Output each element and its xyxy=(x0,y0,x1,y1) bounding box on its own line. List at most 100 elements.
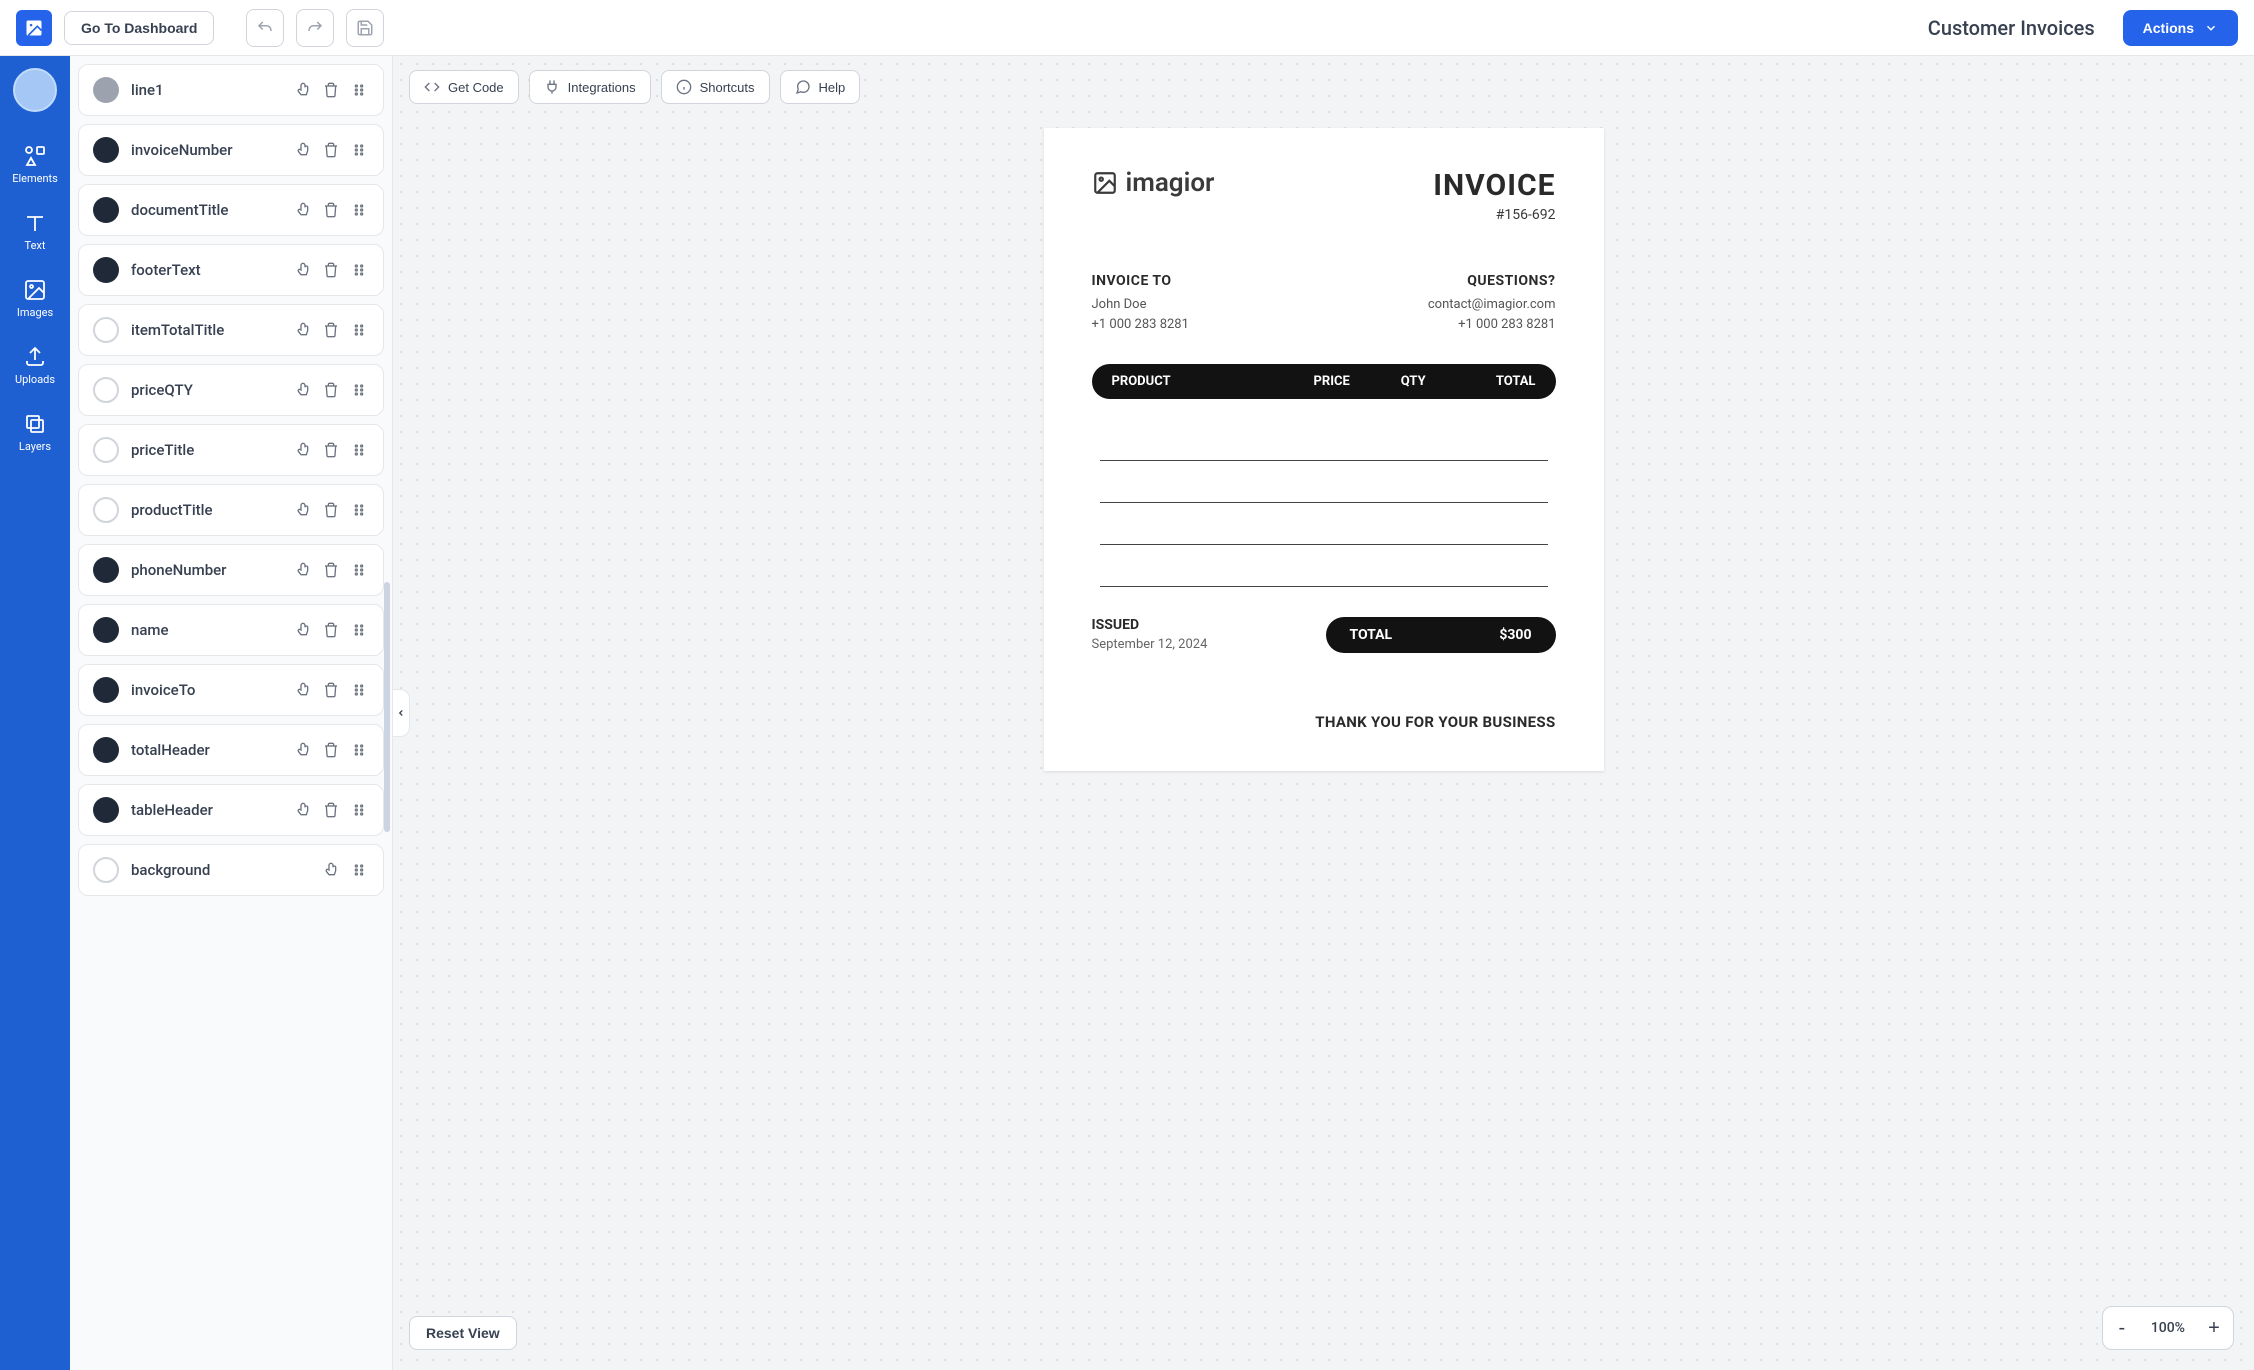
save-icon xyxy=(356,19,374,37)
layer-drag-handle[interactable] xyxy=(349,560,369,580)
layer-select-button[interactable] xyxy=(293,740,313,760)
nav-images[interactable]: Images xyxy=(5,268,65,329)
layer-select-button[interactable] xyxy=(293,380,313,400)
layer-row[interactable]: invoiceTo xyxy=(78,664,384,716)
layer-delete-button[interactable] xyxy=(321,260,341,280)
layer-row[interactable]: name xyxy=(78,604,384,656)
save-button[interactable] xyxy=(346,9,384,47)
layer-delete-button[interactable] xyxy=(321,620,341,640)
layer-delete-button[interactable] xyxy=(321,80,341,100)
layer-select-button[interactable] xyxy=(293,620,313,640)
layer-select-button[interactable] xyxy=(293,800,313,820)
layer-delete-button[interactable] xyxy=(321,380,341,400)
layer-select-button[interactable] xyxy=(293,680,313,700)
layer-drag-handle[interactable] xyxy=(349,620,369,640)
brand-name: imagior xyxy=(1126,168,1215,198)
shortcuts-button[interactable]: Shortcuts xyxy=(661,70,770,104)
collapse-panel-button[interactable] xyxy=(392,689,410,737)
layer-drag-handle[interactable] xyxy=(349,140,369,160)
pointer-icon xyxy=(295,382,311,398)
pointer-icon xyxy=(295,682,311,698)
reset-view-button[interactable]: Reset View xyxy=(409,1316,517,1350)
layer-row[interactable]: productTitle xyxy=(78,484,384,536)
layer-actions xyxy=(293,740,369,760)
integrations-button[interactable]: Integrations xyxy=(529,70,651,104)
layer-row[interactable]: tableHeader xyxy=(78,784,384,836)
canvas-viewport[interactable]: imagior INVOICE #156-692 INVOICE TO John… xyxy=(393,118,2254,1370)
nav-uploads[interactable]: Uploads xyxy=(5,335,65,396)
layer-swatch xyxy=(93,377,119,403)
help-button[interactable]: Help xyxy=(780,70,861,104)
invoice-to-label: INVOICE TO xyxy=(1092,273,1189,289)
nav-text[interactable]: Text xyxy=(5,201,65,262)
trash-icon xyxy=(323,322,339,338)
layer-select-button[interactable] xyxy=(293,80,313,100)
th-qty: QTY xyxy=(1372,374,1454,389)
layer-select-button[interactable] xyxy=(293,500,313,520)
zoom-out-button[interactable]: - xyxy=(2107,1313,2137,1343)
drag-icon xyxy=(351,82,367,98)
go-to-dashboard-button[interactable]: Go To Dashboard xyxy=(64,11,214,45)
layer-drag-handle[interactable] xyxy=(349,320,369,340)
layer-drag-handle[interactable] xyxy=(349,200,369,220)
layer-drag-handle[interactable] xyxy=(349,80,369,100)
layer-delete-button[interactable] xyxy=(321,560,341,580)
drag-icon xyxy=(351,382,367,398)
layer-drag-handle[interactable] xyxy=(349,740,369,760)
layer-row[interactable]: totalHeader xyxy=(78,724,384,776)
drag-icon xyxy=(351,562,367,578)
layer-swatch xyxy=(93,317,119,343)
layer-drag-handle[interactable] xyxy=(349,860,369,880)
layer-select-button[interactable] xyxy=(293,440,313,460)
layer-row[interactable]: background xyxy=(78,844,384,896)
scrollbar[interactable] xyxy=(384,582,390,832)
invoice-row-line xyxy=(1100,545,1548,587)
avatar[interactable] xyxy=(13,68,57,112)
layer-select-button[interactable] xyxy=(293,140,313,160)
get-code-button[interactable]: Get Code xyxy=(409,70,519,104)
layer-row[interactable]: invoiceNumber xyxy=(78,124,384,176)
layer-row[interactable]: line1 xyxy=(78,64,384,116)
layer-delete-button[interactable] xyxy=(321,320,341,340)
layer-row[interactable]: priceQTY xyxy=(78,364,384,416)
layer-row[interactable]: priceTitle xyxy=(78,424,384,476)
zoom-in-button[interactable]: + xyxy=(2199,1313,2229,1343)
layer-delete-button[interactable] xyxy=(321,680,341,700)
layer-row[interactable]: itemTotalTitle xyxy=(78,304,384,356)
actions-button[interactable]: Actions xyxy=(2123,10,2238,46)
layer-drag-handle[interactable] xyxy=(349,800,369,820)
nav-layers[interactable]: Layers xyxy=(5,402,65,463)
layer-name: footerText xyxy=(131,261,281,279)
layer-row[interactable]: footerText xyxy=(78,244,384,296)
layer-drag-handle[interactable] xyxy=(349,260,369,280)
redo-button[interactable] xyxy=(296,9,334,47)
invoice-document[interactable]: imagior INVOICE #156-692 INVOICE TO John… xyxy=(1044,128,1604,771)
layer-row[interactable]: documentTitle xyxy=(78,184,384,236)
go-to-dashboard-label: Go To Dashboard xyxy=(81,20,197,36)
drag-icon xyxy=(351,202,367,218)
undo-button[interactable] xyxy=(246,9,284,47)
layer-delete-button[interactable] xyxy=(321,140,341,160)
layer-delete-button[interactable] xyxy=(321,440,341,460)
layer-drag-handle[interactable] xyxy=(349,440,369,460)
th-price: PRICE xyxy=(1291,374,1373,389)
layer-drag-handle[interactable] xyxy=(349,680,369,700)
undo-icon xyxy=(256,19,274,37)
nav-elements[interactable]: Elements xyxy=(5,134,65,195)
layer-delete-button[interactable] xyxy=(321,800,341,820)
upload-icon xyxy=(23,345,47,369)
pointer-icon xyxy=(295,622,311,638)
layer-select-button[interactable] xyxy=(293,260,313,280)
app-logo[interactable] xyxy=(16,10,52,46)
layer-select-button[interactable] xyxy=(293,560,313,580)
layer-drag-handle[interactable] xyxy=(349,380,369,400)
layer-row[interactable]: phoneNumber xyxy=(78,544,384,596)
pointer-icon xyxy=(295,742,311,758)
layer-delete-button[interactable] xyxy=(321,740,341,760)
layer-delete-button[interactable] xyxy=(321,500,341,520)
layer-select-button[interactable] xyxy=(293,320,313,340)
layer-delete-button[interactable] xyxy=(321,200,341,220)
layer-drag-handle[interactable] xyxy=(349,500,369,520)
layer-select-button[interactable] xyxy=(321,860,341,880)
layer-select-button[interactable] xyxy=(293,200,313,220)
